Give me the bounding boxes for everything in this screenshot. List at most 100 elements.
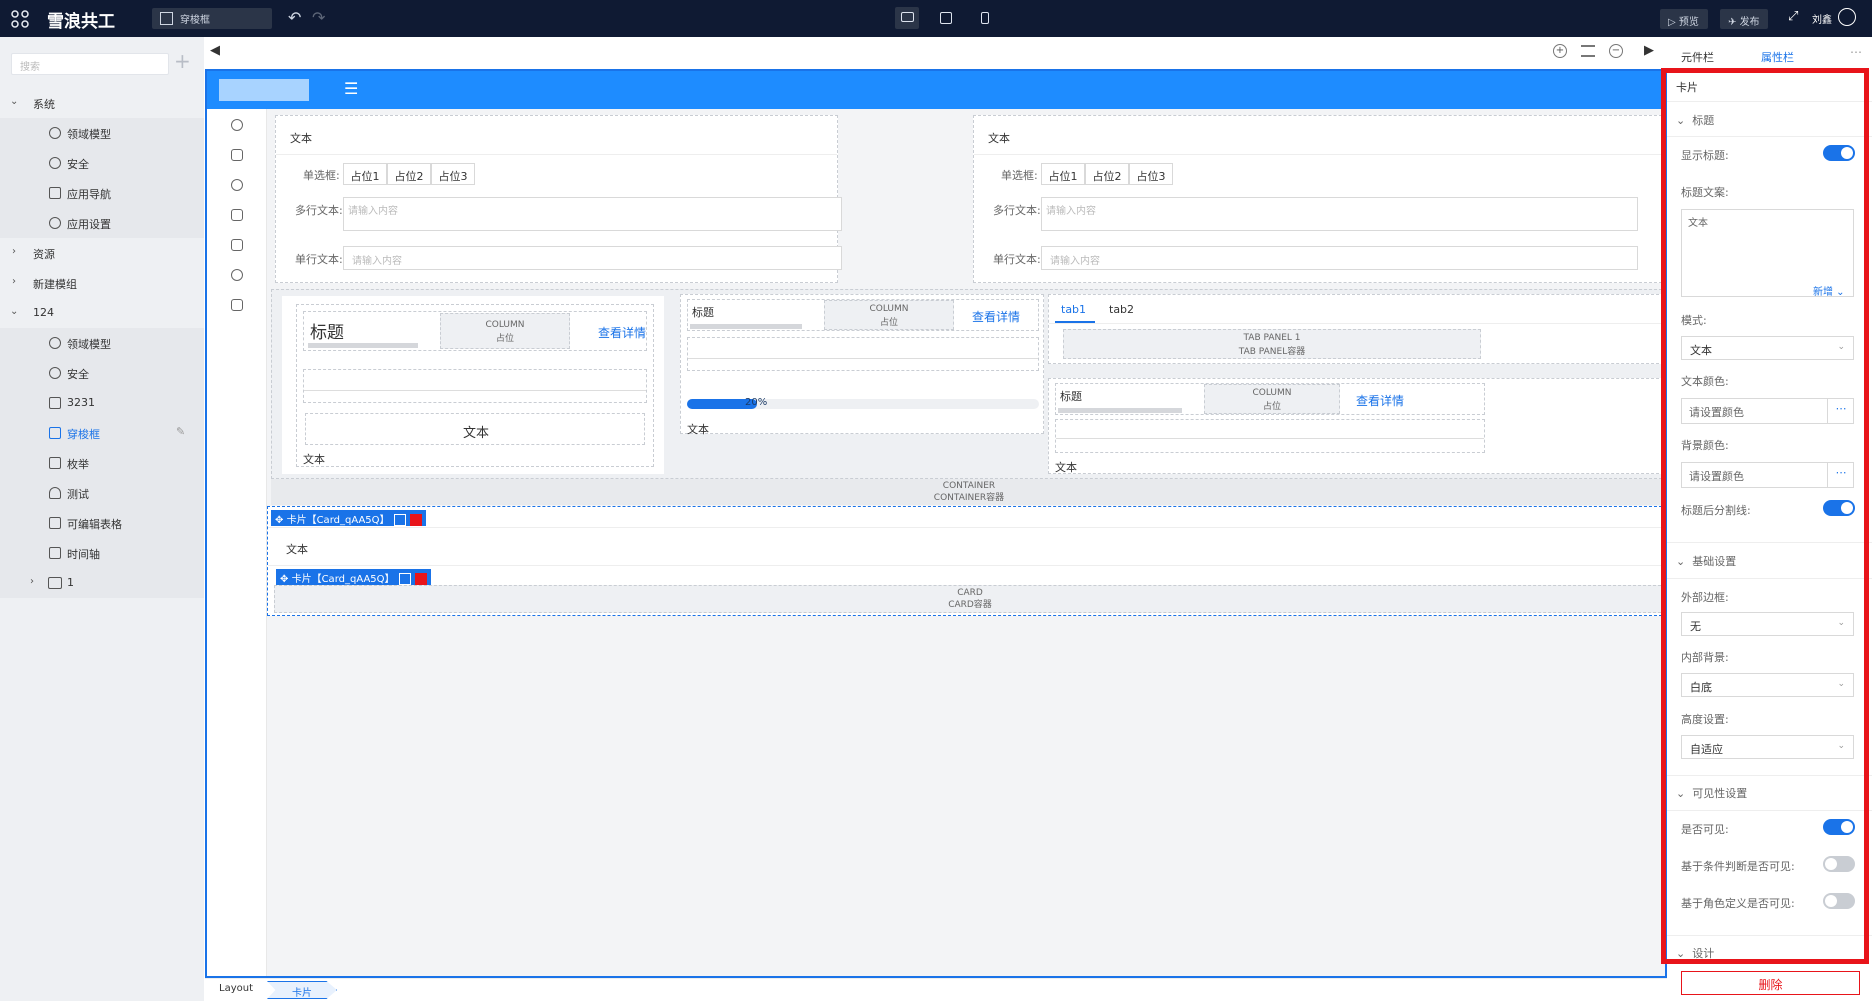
design-canvas[interactable]: ☰ 文本 单选框: 占位1 占位2 占位3 多行文本: 请输入内容 单行文本: …: [205, 69, 1667, 978]
tab-2[interactable]: tab2: [1109, 303, 1134, 316]
page-icon: [49, 427, 61, 439]
column-title: COLUMN: [485, 320, 525, 330]
zoom-out-icon[interactable]: −: [1609, 44, 1623, 58]
home-icon[interactable]: [231, 149, 243, 161]
zoom-in-icon[interactable]: +: [1553, 44, 1567, 58]
tree-group-new-module[interactable]: › 新建模组: [0, 268, 204, 298]
collapse-right-icon[interactable]: ▶: [1644, 43, 1654, 58]
container-grid[interactable]: 标题 COLUMN 占位 查看详情 文本 文本 标题 COLUMN 占位 查看详情: [271, 289, 1665, 479]
card-placeholder: CARD CARD容器: [274, 585, 1665, 613]
textarea-field[interactable]: 请输入内容: [1041, 197, 1638, 231]
edit-icon[interactable]: ✎: [176, 425, 185, 438]
view-details-link[interactable]: 查看详情: [598, 324, 646, 341]
selected-card[interactable]: ✥ 卡片【Card_qAA5Q】 文本 ✥ 卡片【Card_qAA5Q】 CAR…: [267, 506, 1665, 616]
form-card-left[interactable]: 文本 单选框: 占位1 占位2 占位3 多行文本: 请输入内容 单行文本: 请输…: [275, 115, 842, 283]
card-selection-tag[interactable]: ✥ 卡片【Card_qAA5Q】: [271, 510, 426, 526]
tree-item-3231[interactable]: 3231: [0, 388, 204, 418]
radio-option-3[interactable]: 占位3: [431, 163, 475, 185]
tree-group-system[interactable]: ⌄ 系统: [0, 88, 204, 118]
move-icon[interactable]: ✥: [275, 515, 283, 526]
radio-option-3[interactable]: 占位3: [1129, 163, 1173, 185]
tree-item-app-nav[interactable]: 应用导航: [0, 178, 204, 208]
preview-button[interactable]: ▷ 预览: [1660, 9, 1708, 29]
tree-item-security[interactable]: 安全: [0, 148, 204, 178]
tablet-view-button[interactable]: [934, 7, 958, 29]
cube-icon[interactable]: [231, 269, 243, 281]
user-avatar-icon[interactable]: [1838, 8, 1856, 26]
card-heading: 标题: [1060, 390, 1082, 403]
copy-icon[interactable]: [398, 573, 411, 585]
add-icon[interactable]: +: [174, 49, 191, 73]
text-input[interactable]: 请输入内容: [1041, 246, 1638, 270]
tab-properties[interactable]: 属性栏: [1761, 49, 1794, 65]
radio-option-1[interactable]: 占位1: [1041, 163, 1085, 185]
tab-panel-sub: TAB PANEL容器: [1238, 347, 1306, 357]
desktop-view-button[interactable]: [895, 7, 919, 29]
delete-button[interactable]: 删除: [1681, 971, 1860, 995]
breadcrumb-current[interactable]: 卡片: [267, 981, 337, 999]
move-icon[interactable]: ✥: [280, 574, 288, 585]
column-placeholder: COLUMN 占位: [1204, 384, 1340, 414]
tree-item-domain-model[interactable]: 领域模型: [0, 118, 204, 148]
container-title: CONTAINER: [942, 481, 996, 491]
column-sub: 占位: [879, 318, 898, 328]
column-1: 标题 COLUMN 占位 查看详情 文本 文本: [282, 296, 664, 474]
textarea-field[interactable]: 请输入内容: [343, 197, 842, 231]
document-icon[interactable]: [231, 209, 243, 221]
more-icon[interactable]: ⋯: [1850, 45, 1862, 59]
heading-underline: [308, 343, 418, 348]
radio-option-2[interactable]: 占位2: [387, 163, 431, 185]
cube-icon: [49, 127, 61, 139]
delete-icon[interactable]: [414, 573, 427, 585]
divider: [688, 358, 1038, 359]
tree-folder-1[interactable]: › 1: [0, 568, 204, 598]
menu-fold-icon[interactable]: ☰: [344, 79, 358, 98]
radio-option-1[interactable]: 占位1: [343, 163, 387, 185]
inner-card-tag-label: 卡片【Card_qAA5Q】: [291, 574, 395, 585]
tree-group-124[interactable]: ⌄ 124: [0, 298, 204, 328]
page-selector[interactable]: 穿梭框: [152, 8, 272, 29]
tree-item-test[interactable]: 测试: [0, 478, 204, 508]
table-icon[interactable]: [231, 239, 243, 251]
column-2-inner: 标题 COLUMN 占位 查看详情 20% 文本: [680, 294, 1044, 436]
tree-item-app-settings[interactable]: 应用设置: [0, 208, 204, 238]
redo-icon[interactable]: ↷: [312, 8, 325, 27]
view-details-link[interactable]: 查看详情: [1356, 392, 1404, 409]
team-icon[interactable]: [231, 179, 243, 191]
delete-icon[interactable]: [409, 514, 422, 526]
page-icon: [49, 517, 61, 529]
breadcrumb-root[interactable]: Layout: [219, 983, 253, 994]
tree-item-domain-model-124[interactable]: 领域模型: [0, 328, 204, 358]
tree-item-enum[interactable]: 枚举: [0, 448, 204, 478]
tree-item-shuttle[interactable]: 穿梭框 ✎: [0, 418, 204, 448]
tab-panel: TAB PANEL 1 TAB PANEL容器: [1063, 329, 1481, 359]
collapse-left-icon[interactable]: ◀: [210, 43, 220, 58]
copy-icon[interactable]: [393, 514, 406, 526]
fit-icon[interactable]: [1581, 45, 1595, 57]
apps-grid-icon[interactable]: [10, 9, 30, 29]
user-icon[interactable]: [231, 119, 243, 131]
tree-item-timeline[interactable]: 时间轴: [0, 538, 204, 568]
tree-label: 124: [33, 306, 54, 319]
tree-item-editable-table[interactable]: 可编辑表格: [0, 508, 204, 538]
grid-icon: [49, 187, 61, 199]
divider: [268, 565, 1665, 566]
tree-item-security-124[interactable]: 安全: [0, 358, 204, 388]
form-card-right[interactable]: 文本 单选框: 占位1 占位2 占位3 多行文本: 请输入内容 单行文本: 请输…: [973, 115, 1665, 283]
search-input[interactable]: 搜索: [11, 53, 169, 75]
radio-option-2[interactable]: 占位2: [1085, 163, 1129, 185]
text-input[interactable]: 请输入内容: [343, 246, 842, 270]
tree-label: 测试: [67, 488, 89, 501]
mobile-view-button[interactable]: [973, 7, 997, 29]
tree-group-resources[interactable]: › 资源: [0, 238, 204, 268]
publish-button[interactable]: ✈ 发布: [1720, 9, 1768, 29]
tab-components[interactable]: 元件栏: [1681, 49, 1714, 65]
divider: [304, 390, 646, 391]
column-3-card: 标题 COLUMN 占位 查看详情 文本: [1048, 378, 1664, 474]
fullscreen-icon[interactable]: ⤢: [1788, 9, 1798, 24]
tab-1[interactable]: tab1: [1061, 303, 1086, 316]
inner-card-selection-tag[interactable]: ✥ 卡片【Card_qAA5Q】: [276, 569, 431, 585]
minus-square-icon[interactable]: [231, 299, 243, 311]
undo-icon[interactable]: ↶: [288, 8, 301, 27]
view-details-link[interactable]: 查看详情: [972, 308, 1020, 325]
